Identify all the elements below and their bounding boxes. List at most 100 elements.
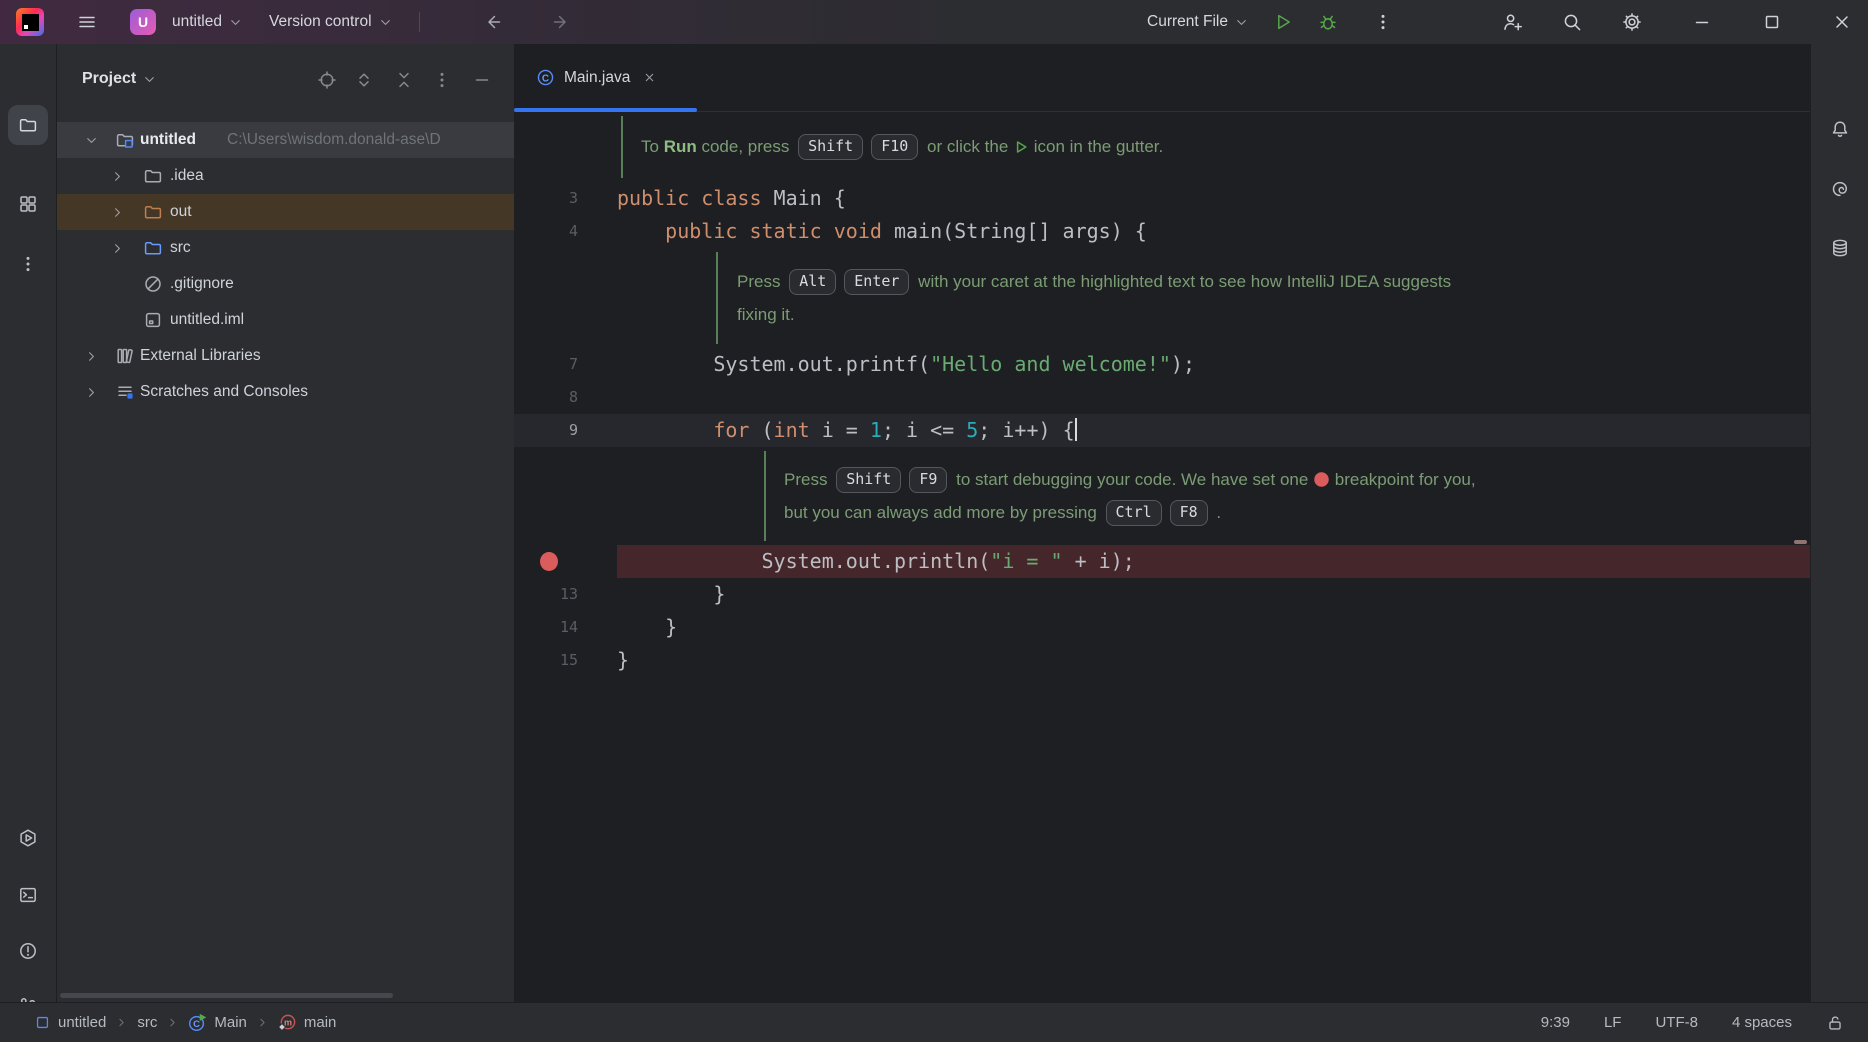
tree-item-src[interactable]: src [57,230,514,266]
line-number[interactable]: 15 [514,644,578,677]
libraries-icon [115,346,135,366]
tree-item-untitled[interactable]: untitledC:\Users\wisdom.donald-ase\D [57,122,514,158]
window-maximize-button[interactable] [1754,4,1790,40]
toolstrip-button-more-tool-windows[interactable] [8,244,48,284]
navigate-back-button[interactable] [476,4,512,40]
code-editor[interactable]: To Run code, press ShiftF10 or click the… [514,112,1810,1002]
breadcrumb-label: src [137,1014,157,1031]
chevron-down-icon [84,133,99,148]
project-folder-icon [115,130,135,150]
problems-icon [18,941,38,961]
vcs-widget[interactable]: Version control [269,13,393,31]
code-text: System.out.printf("Hello and welcome!"); [617,348,1195,381]
tree-item-untitled-iml[interactable]: untitled.iml [57,302,514,338]
debug-button[interactable] [1310,4,1346,40]
java-class-icon: C [536,68,555,87]
tree-item-out[interactable]: out [57,194,514,230]
maximize-icon [1762,12,1782,32]
window-close-button[interactable] [1824,4,1860,40]
text-caret [1075,418,1077,441]
toolstrip-button-project[interactable] [8,105,48,145]
caret-position-widget[interactable]: 9:39 [1541,1014,1570,1031]
breadcrumb-item-untitled[interactable]: untitled [34,1014,106,1031]
tree-item-label: .idea [170,158,204,194]
code-line-15: 15} [514,644,1810,677]
folder-out-icon [143,194,163,230]
toolstrip-button-database[interactable] [1820,228,1860,268]
tab-main-java[interactable]: C Main.java [514,44,672,111]
tree-chevron[interactable] [84,338,99,374]
code-text: public static void main(String[] args) { [617,215,1147,248]
search-everywhere-button[interactable] [1554,4,1590,40]
encoding-widget[interactable]: UTF-8 [1655,1014,1698,1031]
hint-text: to start debugging your code. We have se… [951,470,1313,490]
module-file-icon [143,302,163,338]
key-chip-f10: F10 [871,134,918,160]
window-minimize-button[interactable] [1684,4,1720,40]
toolstrip-button-terminal[interactable] [8,875,48,915]
close-icon[interactable] [643,71,656,84]
project-switcher[interactable]: untitled [172,13,243,31]
run-icon [1273,12,1293,32]
line-number[interactable]: 9 [514,414,578,447]
horizontal-scrollbar[interactable] [60,993,393,998]
run-configuration-selector[interactable]: Current File [1147,13,1249,31]
svg-text:m: m [284,1017,292,1027]
collapse-all-button[interactable] [390,66,418,94]
hint-accent-bar [621,116,623,178]
hamburger-icon [77,12,97,32]
hint-text-line: fixing it. [737,298,795,331]
toolstrip-button-problems[interactable] [8,931,48,971]
code-with-me-button[interactable] [1494,4,1530,40]
main-menu-button[interactable] [69,4,105,40]
hide-panel-button[interactable] [468,66,496,94]
tree-chevron[interactable] [110,230,125,266]
token-pl [617,418,713,442]
tree-item--idea[interactable]: .idea [57,158,514,194]
breadcrumb-item-main[interactable]: CMain [188,1013,247,1032]
line-number[interactable]: 7 [514,348,578,381]
tree-chevron[interactable] [84,122,99,158]
tab-label: Main.java [564,69,630,87]
breadcrumb-item-main[interactable]: mmain [278,1013,337,1032]
tree-chevron[interactable] [110,194,125,230]
tree-chevron[interactable] [84,374,99,410]
code-line-13: 13 } [514,578,1810,611]
tree-item-scratches-and-consoles[interactable]: Scratches and Consoles [57,374,514,410]
expand-all-button[interactable] [350,66,378,94]
project-icon [18,115,38,135]
navigate-forward-button[interactable] [542,4,578,40]
chevron-down-icon [378,15,393,30]
debug-bug-icon [1318,12,1338,32]
run-button[interactable] [1265,4,1301,40]
tree-item-external-libraries[interactable]: External Libraries [57,338,514,374]
toolstrip-button-structure[interactable] [8,184,48,224]
token-pl: System.out.printf( [617,352,930,376]
more-actions-button[interactable] [1365,4,1401,40]
toolstrip-button-ai-assistant[interactable] [1820,169,1860,209]
line-number[interactable]: 8 [514,381,578,414]
line-number[interactable]: 13 [514,578,578,611]
breakpoint-dot[interactable] [540,552,558,571]
unlock-icon[interactable] [1826,1014,1844,1032]
key-chip-f8: F8 [1170,500,1208,526]
select-opened-file-button[interactable] [313,66,341,94]
toolstrip-button-notifications[interactable] [1820,109,1860,149]
tree-chevron[interactable] [110,158,125,194]
line-number[interactable]: 3 [514,182,578,215]
line-separator-widget[interactable]: LF [1604,1014,1622,1031]
tree-item--gitignore[interactable]: .gitignore [57,266,514,302]
breadcrumb-item-src[interactable]: src [137,1014,157,1031]
panel-options-button[interactable] [428,66,456,94]
code-line-9: 9 for (int i = 1; i <= 5; i++) { [514,414,1810,447]
module-file-icon [143,310,163,330]
toolstrip-button-services[interactable] [8,818,48,858]
add-user-icon [1502,12,1522,32]
settings-button[interactable] [1614,4,1650,40]
token-pl: ; i <= [882,418,966,442]
line-number[interactable]: 14 [514,611,578,644]
project-panel-title[interactable]: Project [82,70,157,88]
code-line-8: 8 [514,381,1810,414]
line-number[interactable]: 4 [514,215,578,248]
indent-widget[interactable]: 4 spaces [1732,1014,1792,1031]
